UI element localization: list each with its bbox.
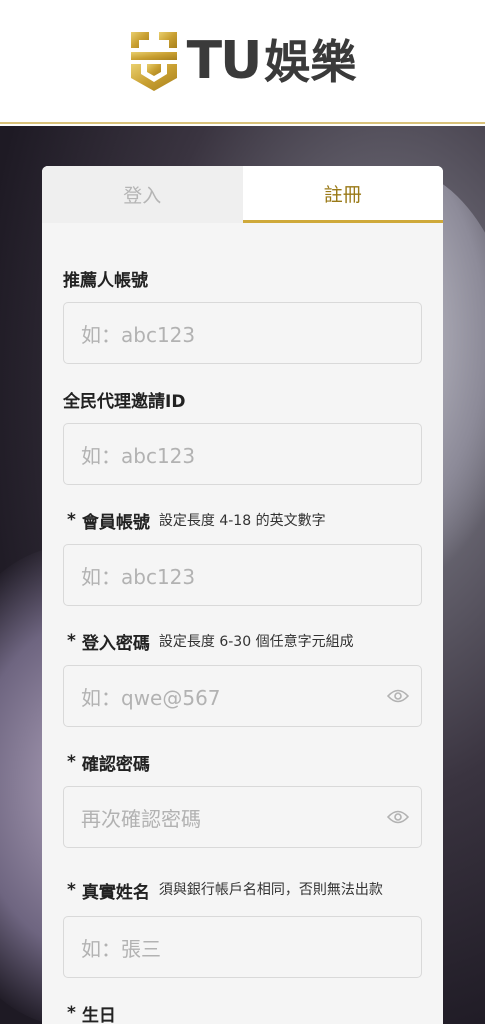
agent-invite-id-label: 全民代理邀請ID	[63, 391, 186, 412]
confirm-password-input[interactable]: 再次確認密碼	[63, 786, 422, 848]
referrer-account-label: 推薦人帳號	[63, 270, 148, 291]
birthday-label: * 生日	[67, 1003, 116, 1024]
member-account-placeholder: 如：abc123	[81, 564, 196, 589]
brand-name-latin: TU	[186, 31, 263, 91]
real-name-placeholder: 如：張三	[81, 936, 161, 961]
referrer-account-input[interactable]: 如：abc123	[63, 302, 422, 364]
auth-tabs: 登入 註冊	[42, 166, 443, 223]
eye-icon[interactable]	[387, 689, 409, 703]
login-password-label: * 登入密碼 設定長度 6-30 個任意字元組成	[67, 631, 354, 654]
member-account-hint: 設定長度 4-18 的英文數字	[158, 513, 326, 529]
app-header: TU 娛樂	[0, 0, 485, 124]
confirm-password-label: * 確認密碼	[67, 752, 150, 775]
gold-shield-logo-icon	[130, 32, 177, 91]
member-account-input[interactable]: 如：abc123	[63, 544, 422, 606]
real-name-label: * 真實姓名 須與銀行帳戶名相同，否則無法出款	[63, 868, 422, 912]
referrer-account-placeholder: 如：abc123	[81, 322, 196, 347]
real-name-hint: 須與銀行帳戶名相同，否則無法出款	[158, 881, 383, 898]
brand-logo[interactable]: TU 娛樂	[129, 30, 357, 92]
real-name-input[interactable]: 如：張三	[63, 916, 422, 978]
login-password-hint: 設定長度 6-30 個任意字元組成	[158, 634, 354, 650]
login-password-input[interactable]: 如：qwe@567	[63, 665, 422, 727]
tab-login[interactable]: 登入	[42, 166, 243, 223]
agent-invite-id-placeholder: 如：abc123	[81, 443, 196, 468]
tab-register[interactable]: 註冊	[242, 166, 443, 223]
member-account-label: * 會員帳號 設定長度 4-18 的英文數字	[67, 510, 326, 533]
eye-icon[interactable]	[387, 810, 409, 824]
agent-invite-id-input[interactable]: 如：abc123	[63, 423, 422, 485]
register-form: 推薦人帳號 如：abc123 全民代理邀請ID 如：abc123 * 會員帳號 …	[42, 258, 443, 1024]
auth-card: 登入 註冊 推薦人帳號 如：abc123 全民代理邀請ID 如：abc123 *…	[42, 166, 443, 1024]
brand-name-cjk: 娛樂	[264, 35, 357, 89]
login-password-placeholder: 如：qwe@567	[81, 685, 221, 710]
confirm-password-placeholder: 再次確認密碼	[81, 806, 201, 831]
